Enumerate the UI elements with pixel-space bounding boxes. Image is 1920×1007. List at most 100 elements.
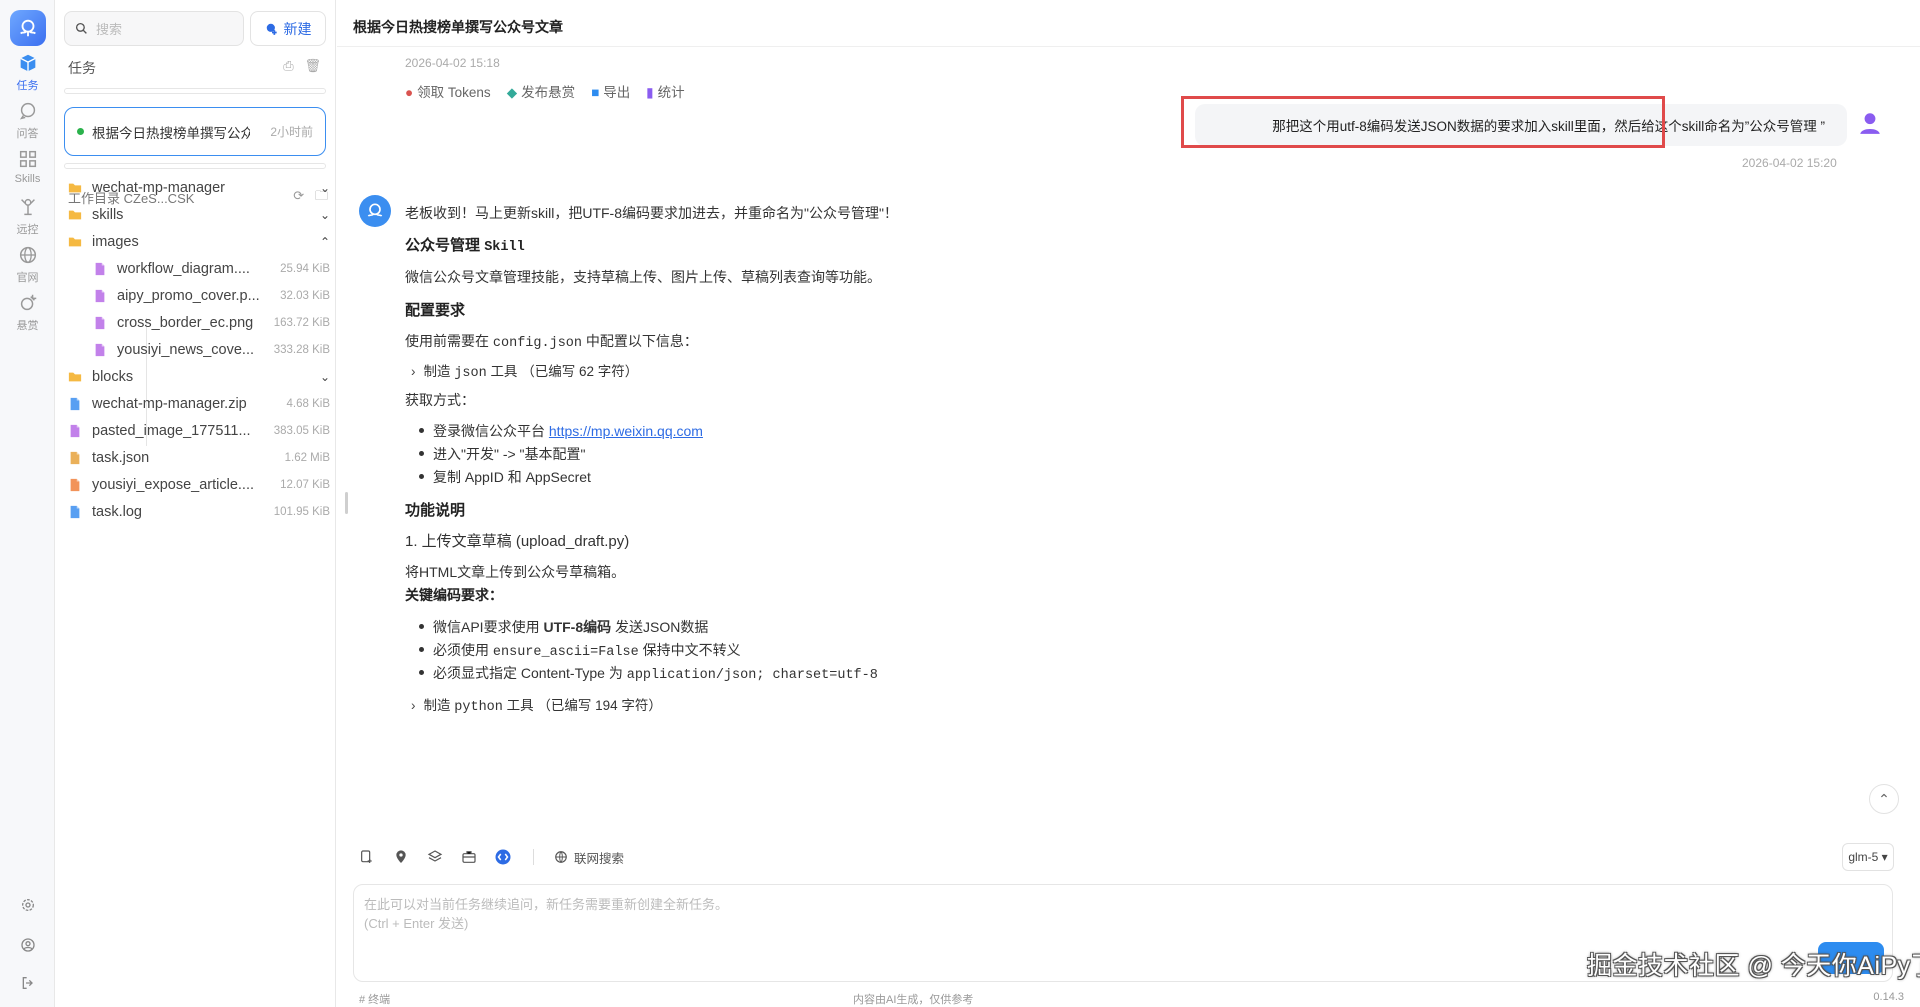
post-bounty-button[interactable]: ◆ 发布悬赏: [507, 81, 575, 101]
inline-code: application/json; charset=utf-8: [626, 668, 878, 683]
file-item[interactable]: cross_border_ec.png 163.72 KiB: [93, 310, 330, 336]
folder-item[interactable]: blocks ⌄: [68, 364, 330, 390]
list-item: 复制 AppID 和 AppSecret: [419, 469, 591, 485]
chevron-up-icon[interactable]: ⌃: [320, 235, 330, 249]
rail-item-skills[interactable]: Skills: [0, 148, 55, 185]
file-item[interactable]: pasted_image_177511... 383.05 KiB: [68, 418, 330, 444]
rail-item-bounty[interactable]: 悬赏: [0, 292, 55, 333]
stats-button[interactable]: ▮ 统计: [646, 81, 684, 101]
account-icon[interactable]: [0, 937, 55, 956]
file-size: 12.07 KiB: [280, 479, 330, 491]
archive-icon[interactable]: ⎙: [283, 58, 293, 73]
file-json-icon: [70, 451, 80, 465]
folder-icon: [68, 372, 82, 382]
rail-label: 任务: [16, 80, 39, 92]
reply-func-desc: 将HTML文章上传到公众号草稿箱。: [405, 564, 626, 580]
reply-config-line: 使用前需要在 config.json 中配置以下信息：: [405, 331, 698, 351]
model-select[interactable]: glm-5 ▾: [1842, 843, 1894, 871]
new-task-button[interactable]: 新建: [250, 11, 326, 46]
tool-call-json[interactable]: › 制造 json 工具 （已编写 62 字符）: [411, 360, 638, 381]
new-task-label: 新建: [283, 20, 312, 37]
file-item[interactable]: workflow_diagram.... 25.94 KiB: [93, 256, 330, 282]
new-chat-icon: [266, 23, 277, 35]
logout-icon[interactable]: [0, 975, 55, 994]
chevron-down-icon[interactable]: ⌄: [320, 370, 330, 384]
rail-item-qa[interactable]: 问答: [0, 100, 55, 141]
export-button[interactable]: ■ 导出: [591, 81, 630, 101]
text: 工具 （已编写 62 字符）: [490, 364, 639, 379]
rail-item-website[interactable]: 官网: [0, 244, 55, 285]
app-logo-icon[interactable]: [10, 10, 46, 46]
list-item: 登录微信公众平台 https://mp.weixin.qq.com: [419, 421, 703, 441]
post-bounty-label: 发布悬赏: [521, 85, 576, 100]
folder-item[interactable]: skills ⌄: [68, 202, 330, 228]
reply-heading-skill: 公众号管理 Skill: [405, 234, 525, 255]
scroll-top-button[interactable]: ⌃: [1869, 784, 1899, 814]
chevron-down-icon[interactable]: ⌄: [320, 181, 330, 195]
file-item[interactable]: wechat-mp-manager.zip 4.68 KiB: [68, 391, 330, 417]
reply-func-title: 1. 上传文章草稿 (upload_draft.py): [405, 533, 630, 550]
settings-icon[interactable]: [0, 897, 55, 916]
file-size: 4.68 KiB: [286, 398, 330, 410]
status-dot-icon: [77, 128, 84, 135]
sidebar-resize-handle[interactable]: [345, 492, 348, 514]
stats-label: 统计: [657, 85, 685, 100]
text: 中配置以下信息：: [585, 333, 698, 349]
list-item: 必须使用 ensure_ascii=False 保持中文不转义: [419, 640, 741, 660]
file-item[interactable]: aipy_promo_cover.p... 32.03 KiB: [93, 283, 330, 309]
folder-icon: [68, 210, 82, 220]
previous-message-time: 2026-04-02 15:18: [405, 56, 500, 70]
bounty-icon: [20, 294, 36, 311]
inline-code: python: [454, 700, 503, 715]
file-item[interactable]: task.log 101.95 KiB: [68, 499, 330, 525]
rail-item-tasks[interactable]: 任务: [0, 52, 55, 93]
file-upload-icon[interactable]: [357, 847, 377, 867]
file-item[interactable]: yousiyi_news_cove... 333.28 KiB: [93, 337, 330, 363]
text: 发送JSON数据: [615, 619, 709, 635]
layers-icon[interactable]: [425, 847, 445, 867]
file-png-icon: [95, 343, 105, 357]
file-name: task.json: [92, 450, 150, 466]
task-title: 根据今日热搜榜单撰写公众号文章: [92, 125, 250, 141]
user-message-time: 2026-04-02 15:20: [1742, 156, 1837, 170]
mp-weixin-link[interactable]: https://mp.weixin.qq.com: [549, 423, 703, 439]
code-mode-icon[interactable]: [493, 847, 513, 867]
text: 制造: [423, 364, 451, 379]
file-name: yousiyi_news_cove...: [117, 342, 255, 358]
file-png-icon: [95, 262, 105, 276]
search-placeholder: 搜索: [96, 22, 123, 37]
web-search-label: 联网搜索: [574, 851, 625, 866]
file-item[interactable]: yousiyi_expose_article.... 12.07 KiB: [68, 472, 330, 498]
file-png-icon: [95, 316, 105, 330]
folder-item[interactable]: wechat-mp-manager ⌄: [68, 175, 330, 201]
grid-icon: [19, 150, 36, 168]
topbar: 根据今日热搜榜单撰写公众号文章: [337, 0, 1920, 47]
location-icon[interactable]: [391, 847, 411, 867]
status-footer: # 终端 内容由AI生成，仅供参考 0.14.3: [337, 988, 1920, 1007]
inline-code: json: [454, 366, 487, 381]
bold-text: UTF-8编码: [543, 619, 612, 635]
web-search-toggle[interactable]: 联网搜索: [554, 848, 624, 867]
assistant-avatar-icon: [359, 195, 391, 227]
file-item[interactable]: task.json 1.62 MiB: [68, 445, 330, 471]
chevron-down-icon[interactable]: ⌄: [320, 208, 330, 222]
reply-heading-features: 功能说明: [405, 502, 466, 519]
rail-item-remote[interactable]: 远控: [0, 196, 55, 237]
folder-icon: [68, 183, 82, 193]
placeholder-line: 在此可以对当前任务继续追问，新任务需要重新创建全新任务。: [364, 897, 729, 912]
file-size: 383.05 KiB: [273, 425, 330, 437]
reply-heading-config: 配置要求: [405, 302, 466, 319]
tool-call-python[interactable]: › 制造 python 工具 （已编写 194 字符）: [411, 694, 662, 715]
folder-item[interactable]: images ⌃: [68, 229, 330, 255]
search-icon: [75, 22, 87, 34]
search-input[interactable]: 搜索: [64, 11, 244, 46]
claim-tokens-button[interactable]: ● 领取 Tokens: [405, 81, 491, 101]
globe-icon: [555, 851, 567, 863]
task-item-active[interactable]: 根据今日热搜榜单撰写公众号文章 2小时前: [64, 107, 326, 156]
rail-label: Skills: [14, 173, 41, 185]
trash-icon[interactable]: 🗑︎: [304, 58, 321, 73]
toolbox-icon[interactable]: [459, 847, 479, 867]
heading-text: 公众号管理: [405, 237, 481, 254]
terminal-button[interactable]: # 终端: [359, 991, 390, 1007]
rail-label: 官网: [16, 272, 39, 284]
